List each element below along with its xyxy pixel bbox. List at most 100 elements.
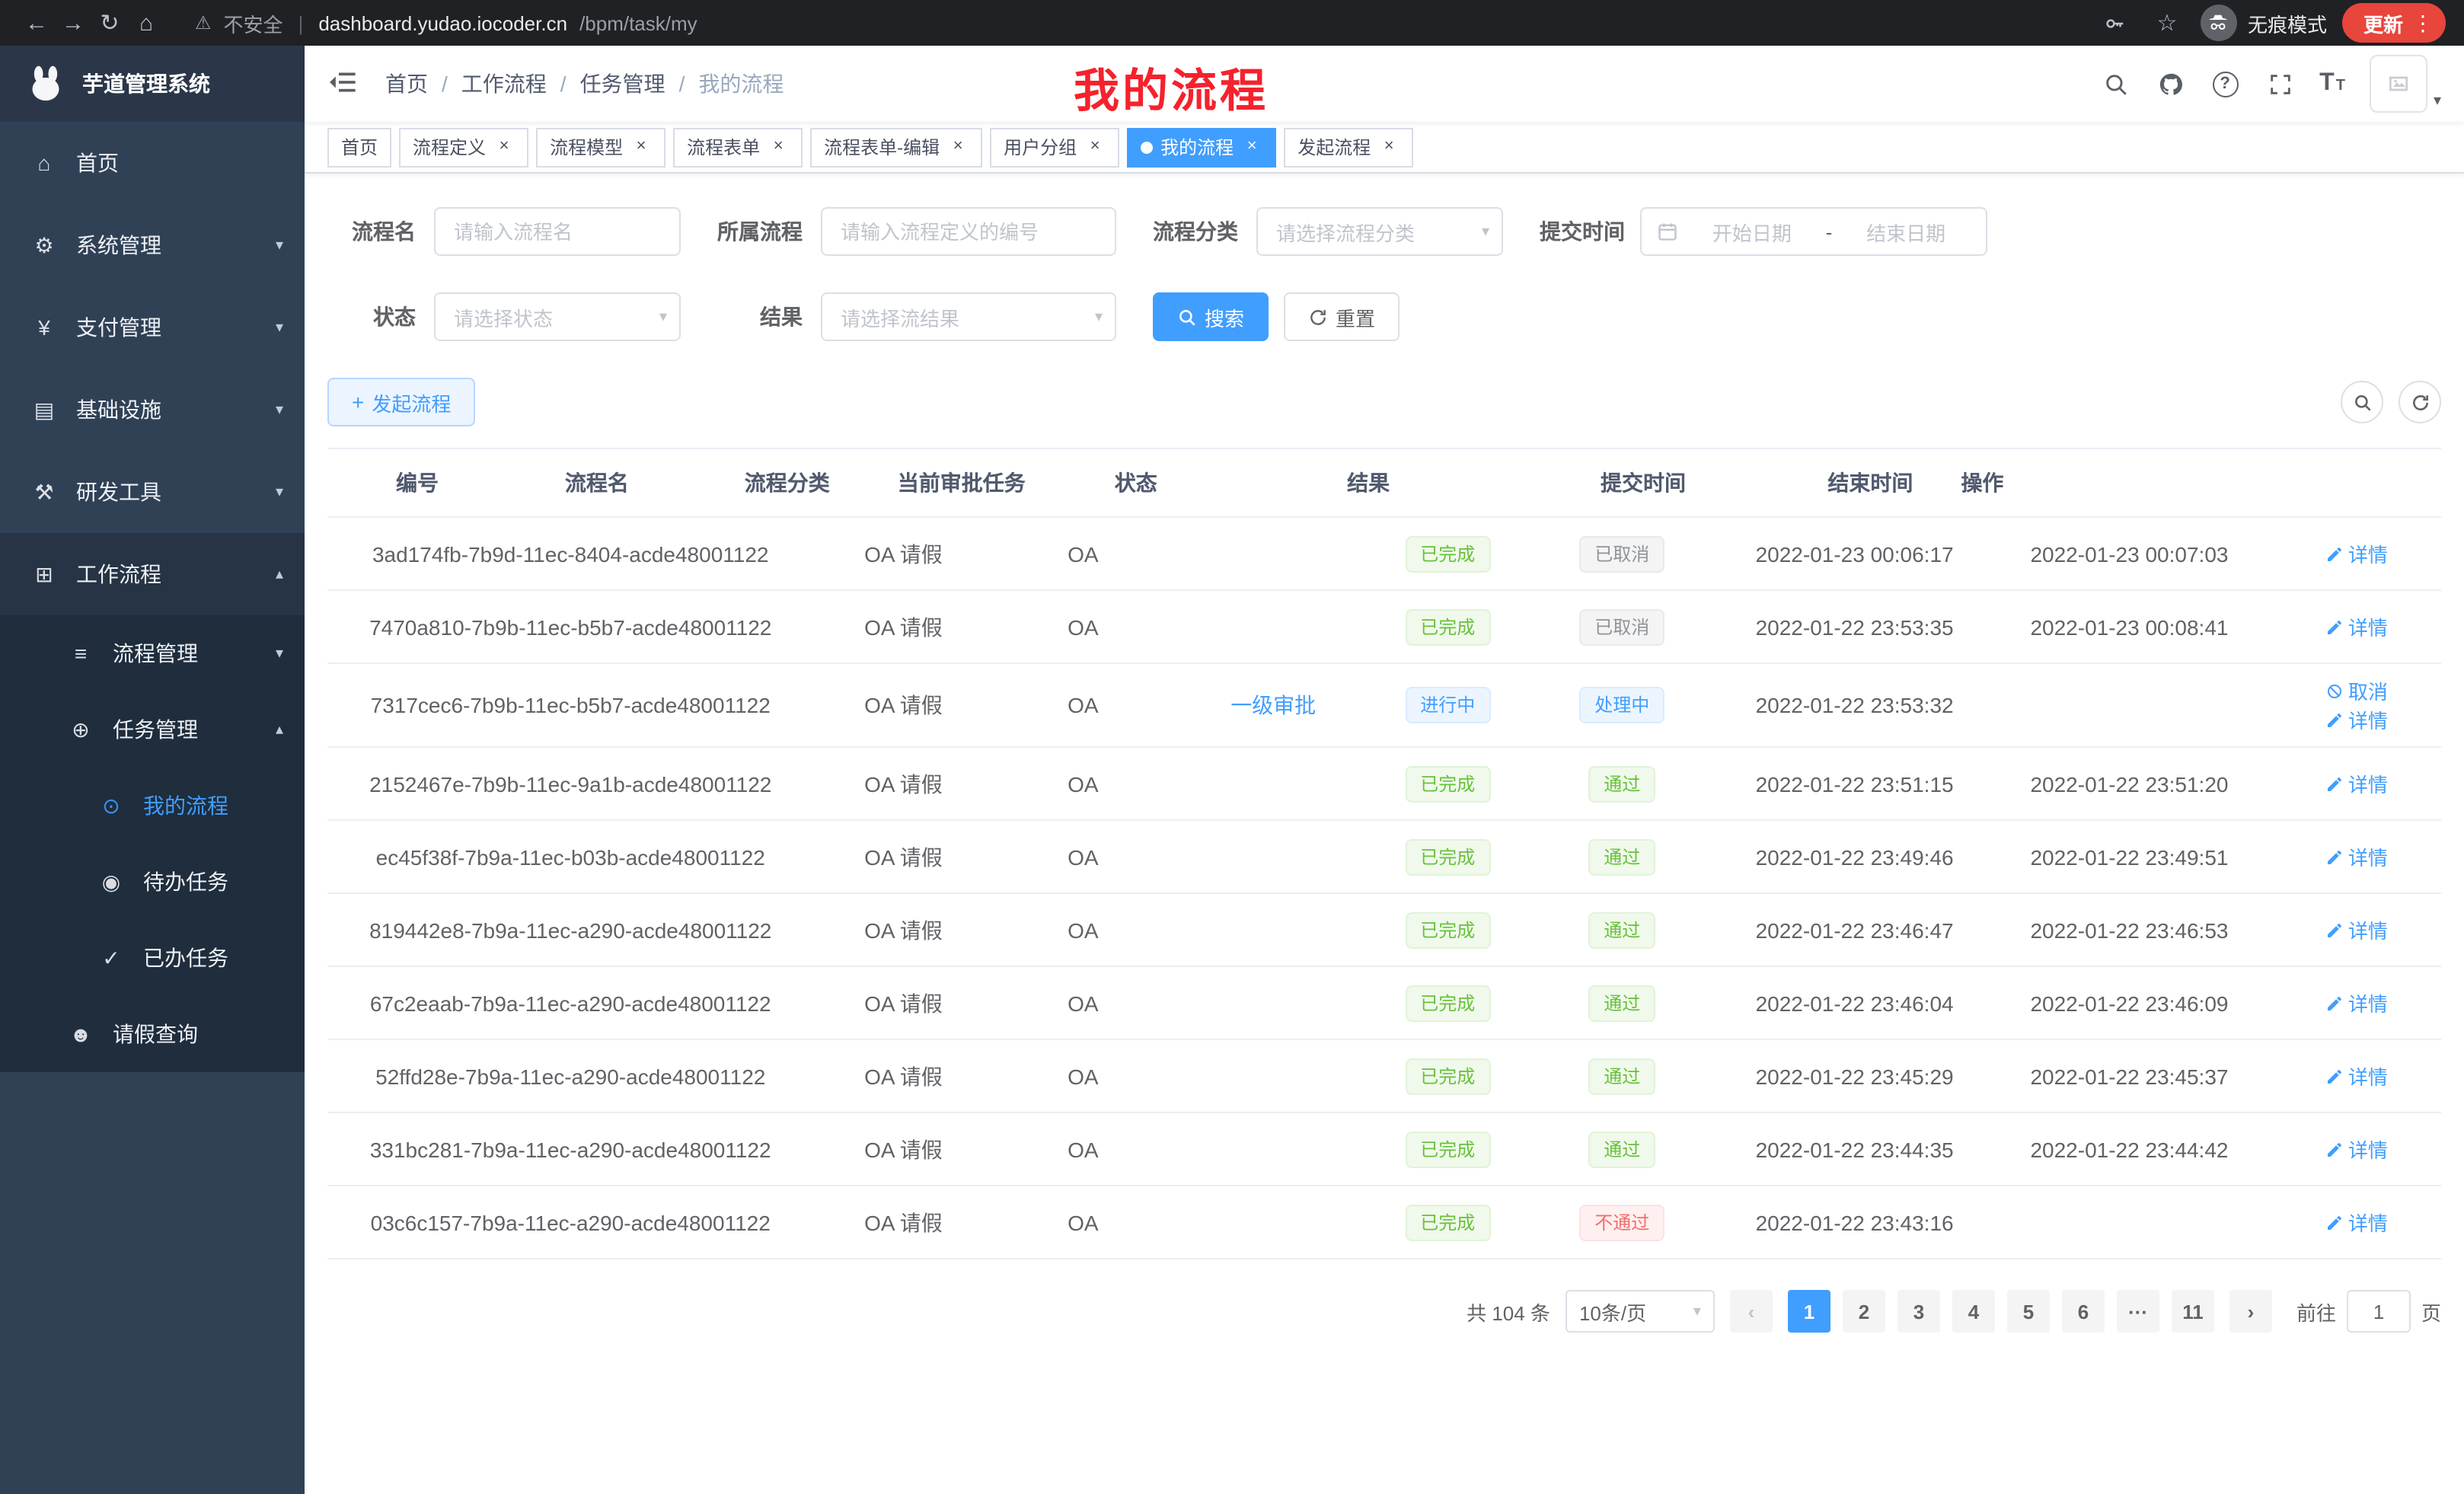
detail-link[interactable]: 详情 — [2325, 1061, 2388, 1090]
browser-home-icon[interactable]: ⌂ — [128, 5, 164, 41]
detail-link[interactable]: 详情 — [2325, 1135, 2388, 1164]
tab[interactable]: 用户分组 × — [990, 127, 1119, 167]
github-icon[interactable] — [2155, 69, 2185, 99]
detail-link[interactable]: 详情 — [2325, 769, 2388, 798]
sidebar-item[interactable]: ✓ 已办任务 — [0, 920, 305, 996]
back-icon[interactable]: ← — [18, 5, 55, 41]
fullscreen-icon[interactable] — [2265, 69, 2295, 99]
tab[interactable]: 首页 — [327, 127, 391, 167]
close-icon[interactable]: × — [947, 136, 969, 158]
start-process-button[interactable]: + 发起流程 — [327, 378, 475, 426]
sidebar-item[interactable]: ☻ 请假查询 — [0, 996, 305, 1072]
cell-process-name: OA 请假 — [813, 526, 993, 581]
next-page-button[interactable]: › — [2229, 1290, 2272, 1333]
breadcrumb-item[interactable]: 首页 — [385, 69, 428, 99]
detail-label: 详情 — [2348, 988, 2388, 1017]
breadcrumb-item[interactable]: 任务管理 — [580, 69, 665, 99]
hamburger-icon[interactable] — [327, 67, 361, 101]
cell-id: 819442e8-7b9a-11ec-a290-acde48001122 — [327, 905, 813, 954]
incognito-badge[interactable]: 无痕模式 — [2201, 5, 2327, 41]
menu-icon: ▤ — [30, 397, 58, 423]
category-select[interactable]: 请选择流程分类 ▾ — [1256, 207, 1503, 256]
close-icon[interactable]: × — [768, 136, 789, 158]
tab[interactable]: 流程表单 × — [673, 127, 803, 167]
user-menu[interactable]: ▾ — [2370, 55, 2441, 113]
close-icon[interactable]: × — [493, 136, 515, 158]
tab[interactable]: 我的流程 × — [1127, 127, 1276, 167]
prev-page-button[interactable]: ‹ — [1730, 1290, 1773, 1333]
sidebar-item[interactable]: ◉ 待办任务 — [0, 844, 305, 920]
toggle-search-button[interactable] — [2341, 381, 2383, 423]
result-badge: 不通过 — [1579, 1204, 1664, 1240]
reload-icon[interactable]: ↻ — [91, 5, 128, 41]
detail-link[interactable]: 详情 — [2325, 1208, 2388, 1237]
detail-link[interactable]: 详情 — [2325, 988, 2388, 1017]
page-button[interactable]: 2 — [1843, 1290, 1885, 1333]
close-icon[interactable]: × — [1084, 136, 1106, 158]
tags-bar: 首页 流程定义 × 流程模型 × — [305, 122, 2464, 174]
sidebar-item[interactable]: ⌂ 首页 — [0, 122, 305, 204]
tab[interactable]: 流程定义 × — [399, 127, 528, 167]
sidebar-item[interactable]: ≡ 流程管理 ▾ — [0, 615, 305, 691]
breadcrumb-item[interactable]: 我的流程 — [698, 69, 784, 99]
sidebar-item[interactable]: ⊙ 我的流程 — [0, 768, 305, 844]
result-badge: 通过 — [1588, 1058, 1655, 1094]
cancel-link[interactable]: 取消 — [2325, 676, 2388, 705]
table-row: 3ad174fb-7b9d-11ec-8404-acde48001122 OA … — [327, 518, 2441, 591]
sidebar-item[interactable]: ⚒ 研发工具 ▾ — [0, 451, 305, 533]
page-button[interactable]: 3 — [1897, 1290, 1940, 1333]
breadcrumb-item[interactable]: 工作流程 — [461, 69, 547, 99]
page-button[interactable]: 1 — [1788, 1290, 1830, 1333]
close-icon[interactable]: × — [630, 136, 652, 158]
cell-category: OA — [993, 1052, 1173, 1100]
sidebar-item[interactable]: ⊕ 任务管理 ▴ — [0, 691, 305, 768]
page-size-select[interactable]: 10条/页 ▾ — [1566, 1290, 1715, 1333]
process-name-input[interactable] — [434, 207, 681, 256]
cell-status: 已完成 — [1374, 826, 1521, 887]
tab[interactable]: 流程模型 × — [536, 127, 665, 167]
tab[interactable]: 流程表单-编辑 × — [810, 127, 982, 167]
address-bar[interactable]: ⚠ 不安全 | dashboard.yudao.iocoder.cn/bpm/t… — [195, 8, 2097, 37]
reset-button[interactable]: 重置 — [1284, 292, 1400, 341]
search-button[interactable]: 搜索 — [1153, 292, 1269, 341]
refresh-table-button[interactable] — [2399, 381, 2441, 423]
help-icon[interactable]: ? — [2210, 69, 2240, 99]
tab[interactable]: 发起流程 × — [1284, 127, 1413, 167]
detail-link[interactable]: 详情 — [2325, 539, 2388, 568]
detail-link[interactable]: 详情 — [2325, 612, 2388, 641]
sidebar-item[interactable]: ⊞ 工作流程 ▴ — [0, 533, 305, 615]
submit-time-range-picker[interactable]: 开始日期 - 结束日期 — [1640, 207, 1987, 256]
task-link[interactable]: 一级审批 — [1230, 693, 1316, 717]
result-select[interactable]: 请选择流结果 ▾ — [821, 292, 1116, 341]
select-placeholder: 请选择流结果 — [841, 302, 959, 331]
detail-link[interactable]: 详情 — [2325, 915, 2388, 944]
browser-menu-icon[interactable]: ⋮ — [2412, 10, 2434, 36]
bookmark-star-icon[interactable]: ☆ — [2149, 5, 2185, 41]
sidebar-item[interactable]: ¥ 支付管理 ▾ — [0, 286, 305, 369]
menu-label: 请假查询 — [113, 1019, 283, 1049]
forward-icon[interactable]: → — [55, 5, 91, 41]
logo[interactable]: 芋道管理系统 — [0, 46, 305, 122]
close-icon[interactable]: × — [1378, 136, 1400, 158]
page-button[interactable]: 5 — [2007, 1290, 2050, 1333]
close-icon[interactable]: × — [1241, 136, 1262, 158]
search-icon[interactable] — [2100, 69, 2130, 99]
detail-link[interactable]: 详情 — [2325, 842, 2388, 871]
update-button[interactable]: 更新 ⋮ — [2342, 3, 2446, 43]
menu-label: 任务管理 — [113, 714, 257, 745]
page-button[interactable]: 4 — [1952, 1290, 1995, 1333]
page-button[interactable]: 6 — [2062, 1290, 2105, 1333]
detail-link[interactable]: 详情 — [2325, 705, 2388, 734]
page-button[interactable]: ··· — [2117, 1290, 2159, 1333]
status-select[interactable]: 请选择状态 ▾ — [434, 292, 681, 341]
page-button[interactable]: 11 — [2172, 1290, 2214, 1333]
cell-process-name: OA 请假 — [813, 902, 993, 957]
jump-page-input[interactable] — [2347, 1290, 2411, 1333]
key-icon[interactable] — [2097, 5, 2134, 41]
sidebar-item[interactable]: ⚙ 系统管理 ▾ — [0, 204, 305, 286]
font-size-icon[interactable]: TT — [2319, 72, 2345, 96]
parent-process-input[interactable] — [821, 207, 1116, 256]
sidebar-item[interactable]: ▤ 基础设施 ▾ — [0, 369, 305, 451]
table-row: 67c2eaab-7b9a-11ec-a290-acde48001122 OA … — [327, 967, 2441, 1040]
date-range-separator: - — [1817, 220, 1842, 243]
